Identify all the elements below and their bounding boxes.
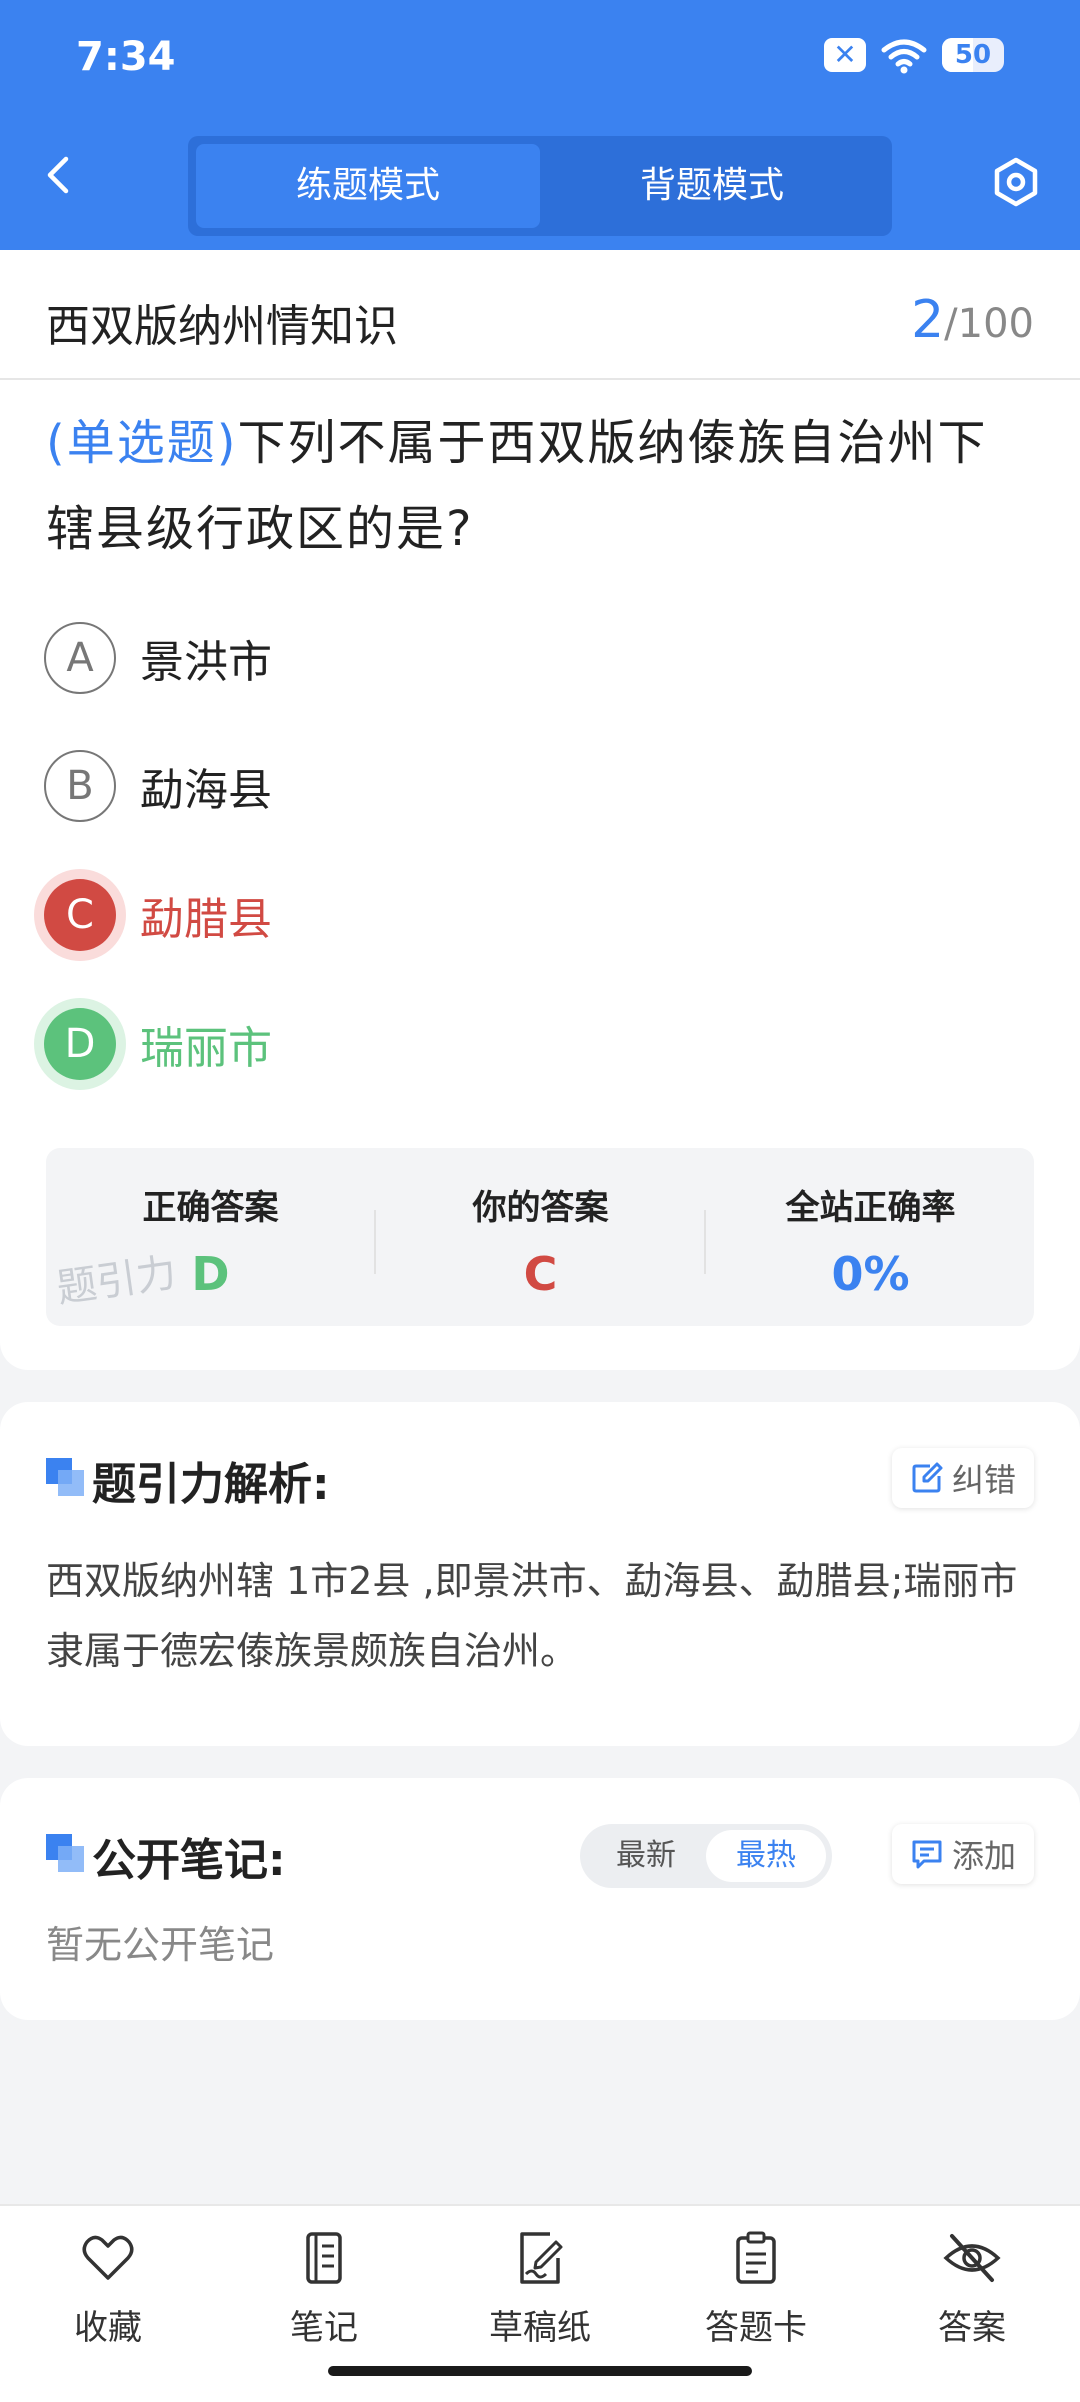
top-bar: 7:34 ✕ 50 练题模式 背题模式	[0, 0, 1080, 250]
add-note-button[interactable]: 添加	[891, 1824, 1034, 1884]
correct-answer-label: 正确答案	[142, 1188, 279, 1228]
comment-icon	[912, 1840, 942, 1869]
question-type: (单选题)	[46, 415, 238, 471]
tab-draft[interactable]: 草稿纸	[432, 2228, 648, 2349]
mode-switch: 练题模式 背题模式	[188, 136, 892, 236]
option-letter: A	[44, 622, 116, 694]
category-title: 西双版纳州情知识	[46, 301, 398, 352]
option-label: 瑞丽市	[140, 1023, 272, 1074]
battery-level: 50	[954, 40, 992, 70]
analysis-card: 题引力解析: 纠错 西双版纳州辖 1市2县 ,即景洪市、勐海县、勐腊县;瑞丽市隶…	[0, 1402, 1080, 1746]
option-a[interactable]: A 景洪市	[44, 620, 272, 696]
accuracy-label: 全站正确率	[785, 1188, 956, 1228]
eye-off-icon	[943, 2234, 1001, 2282]
sort-hottest[interactable]: 最热	[706, 1830, 826, 1882]
option-c[interactable]: C 勐腊县	[44, 877, 272, 953]
current-question-number: 2	[911, 290, 945, 350]
your-answer-value: C	[523, 1247, 558, 1301]
status-time: 7:34	[76, 34, 176, 80]
accuracy-value: 0%	[831, 1247, 910, 1301]
tab-label: 答案	[938, 2308, 1006, 2348]
report-error-button[interactable]: 纠错	[891, 1448, 1034, 1508]
notes-sort-toggle: 最新 最热	[580, 1824, 832, 1888]
tab-notes[interactable]: 笔记	[216, 2228, 432, 2349]
tab-label: 收藏	[74, 2308, 142, 2348]
sort-latest[interactable]: 最新	[586, 1830, 706, 1882]
tab-label: 笔记	[290, 2308, 358, 2348]
question-card: 西双版纳州情知识 2/100 (单选题)下列不属于西双版纳傣族自治州下辖县级行政…	[0, 250, 1080, 1370]
tab-label: 草稿纸	[489, 2308, 591, 2348]
analysis-body: 西双版纳州辖 1市2县 ,即景洪市、勐海县、勐腊县;瑞丽市隶属于德宏傣族景颇族自…	[46, 1559, 1018, 1673]
analysis-title: 题引力解析:	[92, 1459, 330, 1510]
home-indicator[interactable]	[328, 2366, 752, 2376]
draft-pen-icon	[520, 2232, 563, 2284]
option-label: 景洪市	[140, 637, 272, 688]
notebook-icon	[306, 2232, 342, 2284]
option-letter: B	[44, 750, 116, 822]
section-icon	[46, 1834, 84, 1872]
question-progress: 2/100	[911, 290, 1034, 350]
heart-icon	[82, 2235, 134, 2280]
wifi-icon	[881, 39, 927, 74]
option-b[interactable]: B 勐海县	[44, 748, 272, 824]
total-questions: /100	[944, 301, 1034, 347]
option-label: 勐海县	[140, 765, 272, 816]
tab-practice-mode[interactable]: 练题模式	[196, 144, 540, 228]
tab-answer[interactable]: 答案	[864, 2228, 1080, 2349]
question-text: (单选题)下列不属于西双版纳傣族自治州下辖县级行政区的是?	[46, 400, 1036, 572]
tab-recite-mode[interactable]: 背题模式	[540, 144, 884, 228]
back-arrow-icon[interactable]	[38, 153, 82, 197]
option-letter: C	[44, 879, 116, 951]
battery-icon: 50	[942, 38, 1004, 72]
option-label: 勐腊县	[140, 894, 272, 945]
divider	[0, 378, 1080, 380]
clipboard-icon	[736, 2231, 776, 2284]
no-sim-icon: ✕	[824, 38, 866, 72]
option-letter: D	[44, 1008, 116, 1080]
settings-icon[interactable]	[990, 156, 1042, 208]
edit-icon	[912, 1462, 943, 1493]
accuracy-stat: 全站正确率 0%	[706, 1148, 1035, 1326]
answer-stats: 正确答案 D 你的答案 C 全站正确率 0% 题引力	[46, 1148, 1034, 1326]
tab-favorite[interactable]: 收藏	[0, 2228, 216, 2349]
tab-answer-sheet[interactable]: 答题卡	[648, 2228, 864, 2349]
notes-empty-text: 暂无公开笔记	[46, 1923, 275, 1967]
your-answer-stat: 你的答案 C	[376, 1148, 705, 1326]
tab-label: 答题卡	[705, 2308, 807, 2348]
notes-title: 公开笔记:	[92, 1835, 286, 1886]
section-icon	[46, 1458, 84, 1496]
notes-card: 公开笔记: 最新 最热 添加 暂无公开笔记	[0, 1778, 1080, 2020]
report-error-label: 纠错	[951, 1461, 1016, 1499]
add-note-label: 添加	[951, 1837, 1016, 1875]
your-answer-label: 你的答案	[472, 1188, 609, 1228]
status-icons: ✕ 50	[824, 36, 1004, 74]
option-d[interactable]: D 瑞丽市	[44, 1006, 272, 1082]
